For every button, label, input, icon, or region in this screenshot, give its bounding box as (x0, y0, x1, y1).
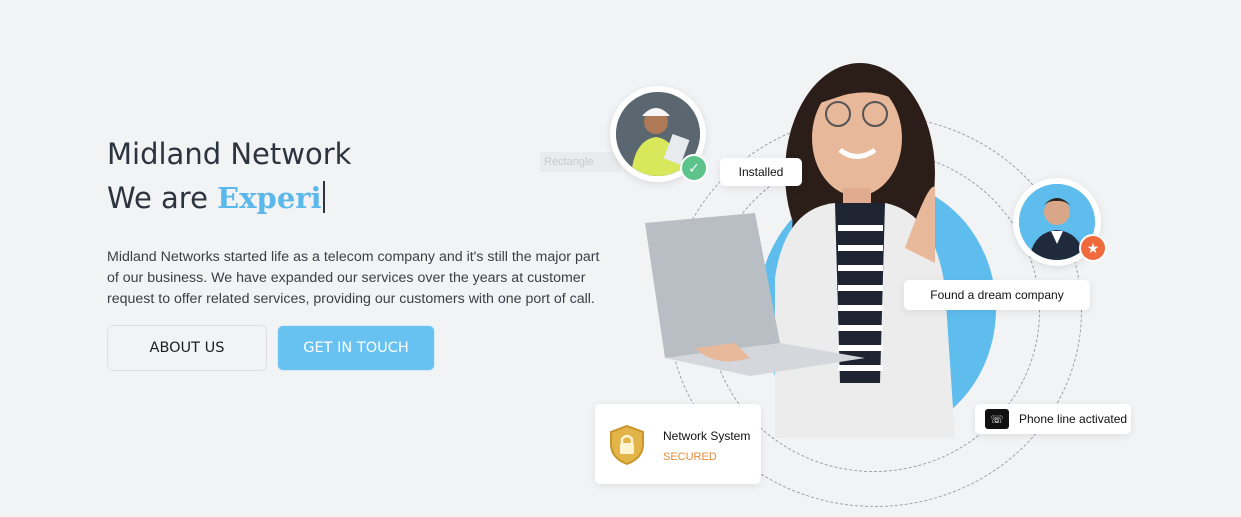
shield-lock-icon (610, 424, 644, 466)
hero-illustration: Rectangle ✓ Installed ★ Found a dream co… (540, 0, 1241, 517)
network-system-card: Network System SECURED (595, 404, 761, 484)
check-icon: ✓ (680, 154, 708, 182)
hero-text: Midland Network We are Experi Midland Ne… (107, 132, 607, 324)
dream-company-card: Found a dream company (904, 280, 1090, 310)
network-system-title: Network System (663, 429, 751, 443)
hero-subtitle: We are Experi (107, 176, 607, 220)
phone-activated-card: ☏ Phone line activated (975, 404, 1131, 434)
subtitle-prefix: We are (107, 181, 218, 215)
page-title: Midland Network (107, 137, 352, 171)
businessman-avatar: ★ (1013, 178, 1107, 266)
hero-buttons: ABOUT US GET IN TOUCH (107, 325, 435, 371)
installed-card: Installed (720, 158, 802, 186)
installed-label: Installed (738, 165, 784, 179)
woman-with-laptop-image (645, 63, 955, 438)
hero-description: Midland Networks started life as a telec… (107, 249, 600, 307)
network-status-label: SECURED (663, 451, 717, 463)
about-us-button[interactable]: ABOUT US (107, 325, 267, 371)
typing-cursor (322, 181, 325, 213)
worker-avatar: ✓ (610, 86, 708, 182)
phone-activated-label: Phone line activated (1019, 412, 1128, 426)
get-in-touch-button[interactable]: GET IN TOUCH (277, 325, 435, 371)
typed-word: Experi (217, 181, 322, 215)
ghost-rectangle-label: Rectangle (540, 152, 620, 172)
dream-company-label: Found a dream company (930, 288, 1064, 302)
star-icon: ★ (1079, 234, 1107, 262)
phone-icon: ☏ (985, 409, 1009, 429)
